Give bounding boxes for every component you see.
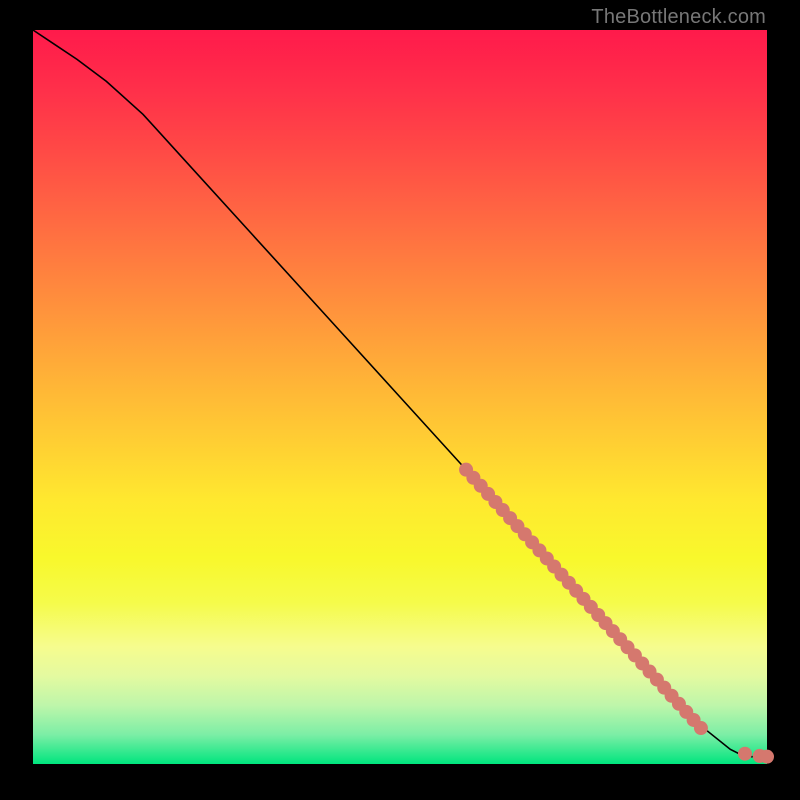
bottleneck-curve (33, 30, 767, 757)
attribution-text: TheBottleneck.com (591, 6, 766, 29)
data-point (738, 747, 752, 761)
data-points-group (459, 463, 774, 764)
data-point (694, 721, 708, 735)
data-point (760, 750, 774, 764)
plot-area (33, 30, 767, 764)
chart-stage: TheBottleneck.com (0, 0, 800, 800)
chart-svg (33, 30, 767, 764)
